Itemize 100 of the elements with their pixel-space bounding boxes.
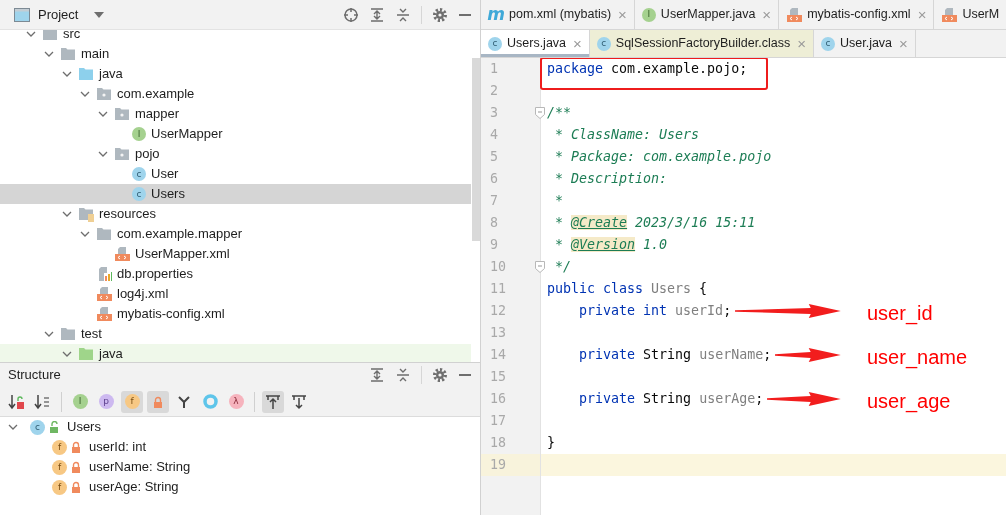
code-line: private String userAge; (578, 391, 764, 407)
editor-tab[interactable]: mybatis-config.xml × (779, 0, 935, 29)
line-number: 8 (481, 212, 541, 234)
class-icon: c (132, 187, 146, 201)
editor-tab[interactable]: m pom.xml (mybatis) × (481, 0, 635, 29)
tab-label: UserM (962, 6, 1000, 24)
tree-item[interactable]: pojo (0, 144, 471, 164)
tree-item[interactable]: I UserMapper (0, 124, 471, 144)
code-line: } (547, 435, 555, 451)
class-icon: c (820, 36, 835, 51)
line-number: 17 (481, 410, 541, 432)
code-line: * @Version 1.0 (554, 237, 668, 253)
line-number: 16 (481, 388, 541, 410)
tree-item[interactable]: mapper (0, 104, 471, 124)
chart-file-icon (96, 266, 112, 282)
editor-tab[interactable]: c Users.java × (481, 30, 590, 57)
gutter (481, 476, 541, 515)
annotation-label: user_age (867, 389, 951, 413)
tree-item[interactable]: log4j.xml (0, 284, 471, 304)
code-file-icon (96, 286, 112, 302)
code-line: * Package: com.example.pojo (554, 149, 772, 165)
line-number: 5 (481, 146, 541, 168)
tree-item[interactable]: mybatis-config.xml (0, 304, 471, 324)
expand-all-icon[interactable] (369, 6, 385, 23)
line-number: 12 (481, 300, 541, 322)
tree-item[interactable]: db.properties (0, 264, 471, 284)
line-number: 6 (481, 168, 541, 190)
code-line: /** (547, 105, 572, 121)
tab-label: pom.xml (mybatis) (509, 6, 612, 24)
interface-icon: I (132, 127, 146, 141)
folder-icon (114, 146, 130, 162)
tree-item[interactable]: UserMapper.xml (0, 244, 471, 264)
folder-icon (114, 106, 130, 122)
folder-icon (96, 86, 112, 102)
field-icon: f (52, 439, 67, 455)
expand-all-icon[interactable] (369, 367, 385, 383)
code-line: */ (554, 259, 572, 275)
code-file-icon (114, 246, 130, 262)
line-number: 13 (481, 322, 541, 344)
collapse-all-icon[interactable] (395, 367, 411, 383)
window-icon (14, 7, 30, 22)
line-number: 11 (481, 278, 541, 300)
lock-icon (153, 395, 163, 408)
tree-item[interactable]: resources (0, 204, 471, 224)
tree-item[interactable]: c Users (0, 184, 471, 204)
code-line: private String userName; (578, 347, 772, 363)
branch-icon (177, 394, 191, 409)
line-number: 2 (481, 80, 541, 102)
code-file-icon (941, 6, 958, 23)
editor-tab[interactable]: I UserMapper.java × (634, 0, 780, 29)
annotation-label: user_name (867, 345, 968, 369)
structure-item[interactable]: f userId: int (0, 437, 480, 457)
code-file-icon (96, 306, 112, 322)
tree-item[interactable]: test (0, 324, 471, 344)
tab-label: SqlSessionFactoryBuilder.class (615, 35, 791, 53)
code-line: * Description: (554, 171, 668, 187)
line-number: 7 (481, 190, 541, 212)
class-icon: c (596, 36, 611, 51)
tree-item[interactable]: java (0, 64, 471, 84)
tree-item[interactable]: main (0, 44, 471, 64)
folder-icon (78, 66, 94, 82)
tree-item[interactable]: com.example.mapper (0, 224, 471, 244)
structure-item[interactable]: f userName: String (0, 457, 480, 477)
code-file-icon (786, 6, 803, 23)
scrollbar[interactable] (472, 58, 480, 241)
tree-item[interactable]: java (0, 344, 471, 362)
line-number: 4 (481, 124, 541, 146)
code-line: private int userId; (578, 303, 732, 319)
maven-icon: m (488, 7, 504, 22)
editor-tab[interactable]: c User.java × (813, 30, 916, 57)
toggle-button[interactable] (262, 390, 284, 413)
code-line: package com.example.pojo; (547, 61, 748, 77)
tree-item[interactable]: src (0, 30, 471, 44)
tab-label: mybatis-config.xml (807, 6, 911, 24)
collapse-all-icon[interactable] (395, 6, 411, 23)
dropdown-caret-icon[interactable] (94, 11, 105, 18)
editor-tab[interactable]: UserM (934, 0, 1006, 29)
structure-item[interactable]: f userAge: String (0, 477, 480, 497)
line-number: 9 (481, 234, 541, 256)
editor-tab[interactable]: c SqlSessionFactoryBuilder.class × (589, 30, 814, 57)
panel-title: Structure (8, 366, 61, 385)
sort-icon (34, 393, 52, 410)
structure-item[interactable]: c Users (0, 417, 480, 437)
settings-icon[interactable] (432, 367, 448, 383)
code-line: * ClassName: Users (554, 127, 700, 143)
tree-item[interactable]: c User (0, 164, 471, 184)
interface-icon: I (641, 7, 656, 22)
panel-title: Project (38, 5, 79, 24)
scroll-down-icon (291, 393, 307, 410)
sort-icon (8, 393, 26, 410)
folder-icon (60, 46, 76, 62)
locate-icon[interactable] (343, 6, 359, 23)
toggle-button[interactable] (147, 390, 169, 413)
settings-icon[interactable] (432, 6, 448, 23)
tab-label: UserMapper.java (660, 6, 756, 24)
tree-item[interactable]: com.example (0, 84, 471, 104)
arrow (775, 348, 841, 362)
code-line: * (554, 193, 563, 209)
field-icon: f (52, 459, 67, 475)
tab-label: User.java (839, 35, 893, 53)
